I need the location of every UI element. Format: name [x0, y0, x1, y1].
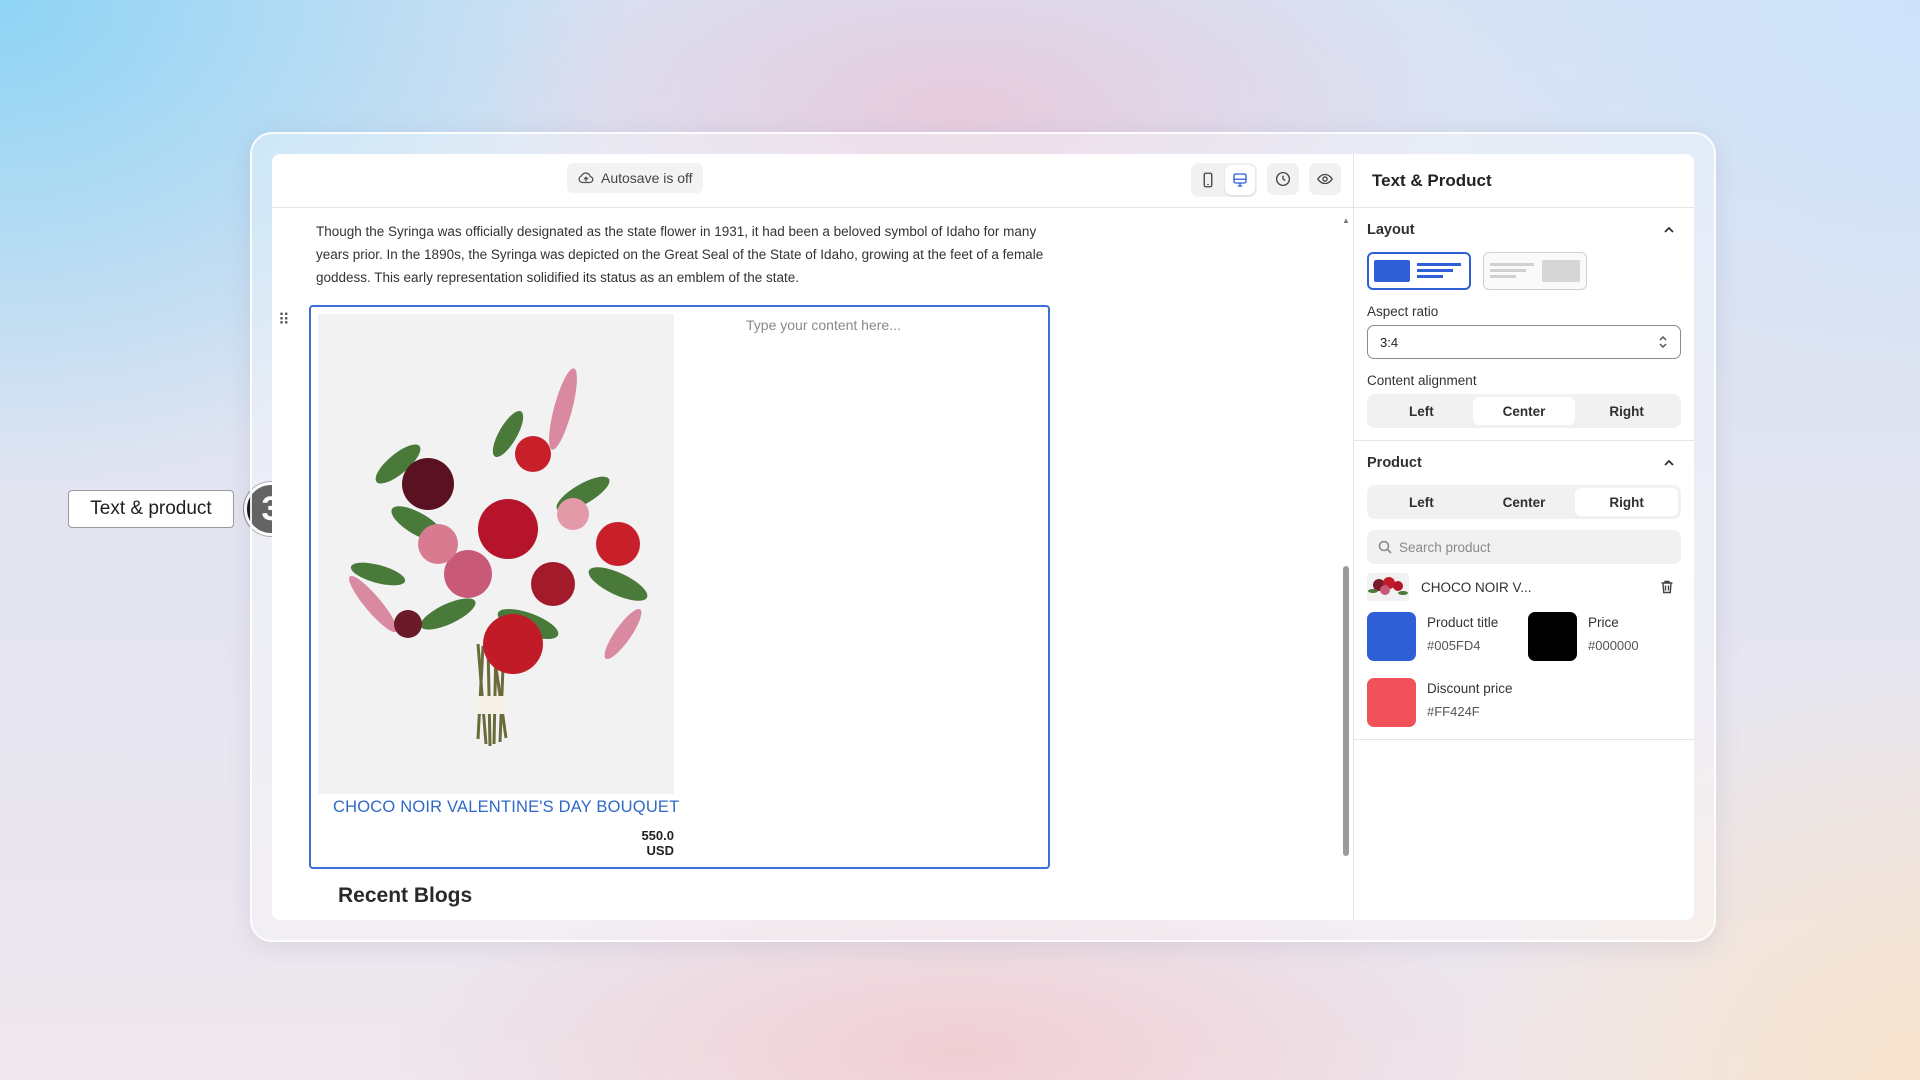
editor-canvas: Though the Syringa was officially design… — [272, 208, 1353, 920]
aspect-ratio-select[interactable]: 3:4 — [1367, 325, 1681, 359]
cloud-icon — [578, 172, 594, 184]
price-color: Price #000000 — [1528, 612, 1668, 661]
drag-handle-icon[interactable]: ⠿ — [278, 310, 290, 330]
layout-image-left-option[interactable] — [1367, 252, 1471, 290]
discount-price-color: Discount price #FF424F — [1367, 678, 1528, 727]
product-section: Product Left Center Right Search product… — [1354, 441, 1694, 740]
product-align-right[interactable]: Right — [1575, 488, 1679, 516]
trash-icon[interactable] — [1659, 579, 1675, 595]
content-alignment-toggle: Left Center Right — [1367, 394, 1681, 428]
product-search[interactable] — [1367, 530, 1681, 564]
aspect-ratio-value: 3:4 — [1380, 334, 1399, 350]
recent-blogs-heading: Recent Blogs — [338, 884, 473, 907]
search-icon — [1378, 540, 1392, 554]
mobile-icon — [1203, 172, 1213, 188]
eye-icon — [1317, 173, 1333, 185]
content-alignment-label: Content alignment — [1367, 373, 1477, 388]
product-section-header[interactable]: Product — [1367, 455, 1681, 471]
layout-section: Layout Aspect ratio 3:4 Content alignmen… — [1354, 208, 1694, 441]
product-image[interactable] — [318, 314, 674, 794]
layout-section-title: Layout — [1367, 222, 1415, 238]
product-title-color: Product title #005FD4 — [1367, 612, 1528, 661]
autosave-button[interactable]: Autosave is off — [567, 163, 703, 193]
body-paragraph[interactable]: Though the Syringa was officially design… — [316, 220, 1046, 289]
selected-product-row: CHOCO NOIR V... — [1367, 572, 1681, 602]
settings-panel: Text & Product Layout Aspect ratio 3:4 C… — [1354, 154, 1694, 920]
aspect-ratio-label: Aspect ratio — [1367, 304, 1439, 319]
product-price: 550.0 USD — [641, 828, 674, 858]
color-hex: #000000 — [1588, 638, 1639, 653]
color-hex: #FF424F — [1427, 704, 1480, 719]
price-swatch[interactable] — [1528, 612, 1577, 661]
layout-image-right-icon — [1490, 260, 1580, 282]
layout-section-header[interactable]: Layout — [1367, 222, 1681, 238]
panel-title: Text & Product — [1354, 154, 1694, 208]
content-align-right[interactable]: Right — [1575, 397, 1678, 425]
bouquet-image — [318, 314, 674, 794]
discount-price-swatch[interactable] — [1367, 678, 1416, 727]
preview-button[interactable] — [1309, 163, 1341, 195]
color-name: Discount price — [1427, 681, 1513, 696]
editor-area: Autosave is off Though the Syringa was o… — [272, 154, 1354, 920]
history-button[interactable] — [1267, 163, 1299, 195]
product-search-input[interactable] — [1399, 539, 1649, 555]
color-settings: Product title #005FD4 Price #000000 Disc… — [1367, 612, 1681, 727]
product-align-left[interactable]: Left — [1370, 488, 1473, 516]
product-title-swatch[interactable] — [1367, 612, 1416, 661]
scroll-up-icon[interactable]: ▲ — [1342, 216, 1350, 225]
product-thumbnail — [1367, 573, 1409, 601]
device-toggle — [1191, 163, 1257, 197]
chevron-up-icon[interactable] — [1663, 457, 1675, 469]
desktop-icon — [1233, 173, 1247, 187]
product-align-center[interactable]: Center — [1473, 488, 1576, 516]
scroll-thumb[interactable] — [1343, 566, 1349, 856]
scrollbar[interactable]: ▲ — [1342, 216, 1350, 910]
color-name: Price — [1588, 615, 1619, 630]
bouquet-thumbnail — [1367, 573, 1409, 601]
desktop-view-button[interactable] — [1225, 165, 1255, 195]
layout-image-left-icon — [1374, 260, 1461, 282]
content-placeholder[interactable]: Type your content here... — [746, 317, 901, 333]
chevron-up-icon[interactable] — [1663, 224, 1675, 236]
product-title[interactable]: CHOCO NOIR VALENTINE'S DAY BOUQUET — [333, 798, 679, 817]
layout-image-right-option[interactable] — [1483, 252, 1587, 290]
autosave-label: Autosave is off — [601, 170, 693, 186]
clock-icon — [1275, 171, 1291, 187]
content-align-center[interactable]: Center — [1472, 397, 1576, 425]
content-align-left[interactable]: Left — [1370, 397, 1473, 425]
color-hex: #005FD4 — [1427, 638, 1481, 653]
mobile-view-button[interactable] — [1193, 165, 1223, 195]
editor-app: Autosave is off Though the Syringa was o… — [272, 154, 1694, 920]
text-product-block[interactable]: Type your content here... CHOCO NOIR VAL… — [309, 305, 1050, 869]
callout-label: Text & product — [68, 490, 234, 528]
select-arrows-icon — [1659, 335, 1667, 349]
color-name: Product title — [1427, 615, 1499, 630]
selected-product-name: CHOCO NOIR V... — [1421, 579, 1532, 595]
product-alignment-toggle: Left Center Right — [1367, 485, 1681, 519]
product-section-title: Product — [1367, 455, 1422, 471]
editor-toolbar: Autosave is off — [272, 154, 1353, 208]
